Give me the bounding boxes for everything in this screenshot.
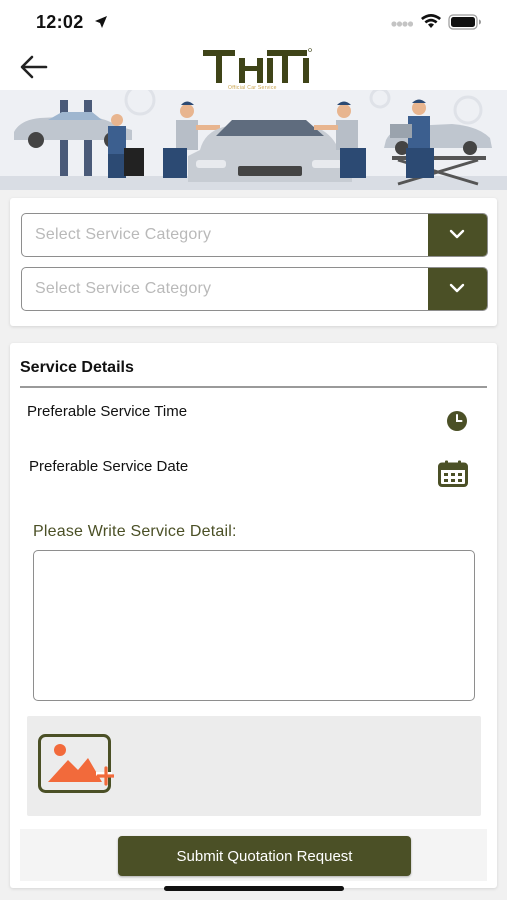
- clock-icon[interactable]: [446, 410, 468, 432]
- chevron-down-icon: [449, 229, 465, 239]
- divider: [20, 386, 487, 388]
- wifi-icon: [421, 14, 441, 28]
- status-time: 12:02: [36, 12, 84, 32]
- image-upload-area: [27, 716, 481, 816]
- battery-icon: [448, 14, 481, 30]
- location-arrow-icon: [95, 16, 107, 28]
- add-image-icon[interactable]: [38, 734, 114, 798]
- select-placeholder: Select Service Category: [35, 280, 212, 297]
- service-detail-textarea[interactable]: [33, 550, 475, 701]
- cellular-signal-icon: [391, 21, 413, 27]
- home-indicator: [164, 886, 344, 891]
- service-details-card: Service Details Preferable Service Time …: [10, 343, 497, 888]
- dropdown-button[interactable]: [428, 268, 487, 310]
- service-banner-image: [0, 90, 507, 190]
- select-placeholder: Select Service Category: [35, 226, 212, 243]
- service-category-card: Select Service Category Select Service C…: [10, 198, 497, 326]
- dropdown-button[interactable]: [428, 214, 487, 256]
- preferable-date-field[interactable]: Preferable Service Date: [20, 458, 487, 498]
- submit-area: Submit Quotation Request: [20, 829, 487, 881]
- calendar-icon[interactable]: [438, 460, 468, 487]
- date-label: Preferable Service Date: [29, 458, 189, 475]
- section-title: Service Details: [20, 359, 134, 376]
- service-detail-label: Please Write Service Detail:: [33, 523, 237, 540]
- preferable-time-field[interactable]: Preferable Service Time: [20, 403, 487, 443]
- submit-quotation-button[interactable]: Submit Quotation Request: [118, 836, 411, 876]
- service-category-select-2[interactable]: Select Service Category: [21, 267, 488, 311]
- back-arrow-icon[interactable]: [18, 52, 52, 82]
- chevron-down-icon: [449, 283, 465, 293]
- status-bar: 12:02: [0, 0, 507, 46]
- time-label: Preferable Service Time: [27, 403, 188, 420]
- app-header: Official Car Service: [0, 46, 507, 91]
- service-category-select-1[interactable]: Select Service Category: [21, 213, 488, 257]
